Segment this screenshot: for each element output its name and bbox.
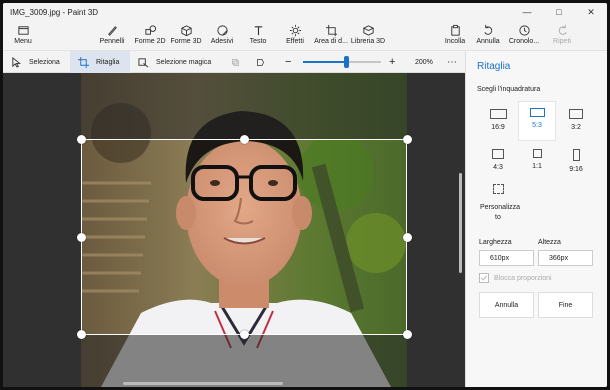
zoom-thumb[interactable]: [343, 56, 349, 68]
zoom-slider[interactable]: [303, 51, 381, 73]
crop-dim-right: [407, 139, 465, 335]
crop-icon: [78, 56, 89, 68]
cancel-button[interactable]: Annulla: [479, 292, 534, 318]
history-button[interactable]: Cronolo...: [507, 23, 541, 49]
zoom-in-button[interactable]: +: [389, 51, 401, 73]
vertical-scrollbar[interactable]: [459, 173, 462, 273]
lock-proportions-checkbox[interactable]: [479, 273, 489, 283]
ratio-5-3-icon: [529, 108, 545, 117]
zoom-track: [303, 56, 381, 68]
zoom-level: 200%: [415, 58, 433, 66]
crop-handle-bottom-right[interactable]: [403, 330, 412, 339]
magic-select-tool[interactable]: Selezione magica: [138, 51, 218, 73]
height-field[interactable]: 366px: [538, 250, 593, 266]
effects-button[interactable]: Effetti: [281, 23, 309, 49]
cube-icon: [180, 25, 192, 37]
3d-library-button[interactable]: Libreria 3D: [349, 23, 387, 49]
menu-button[interactable]: Menu: [9, 23, 37, 49]
crop-dim-bottom: [3, 335, 465, 387]
undo-icon: [483, 24, 492, 35]
shapes-3d-button[interactable]: Forme 3D: [169, 23, 203, 49]
main-toolbar: Menu Pennelli Forme 2D Forme 3D Adesivi …: [3, 21, 607, 51]
redo-icon: [558, 24, 567, 35]
ratio-4-3[interactable]: 4:3: [479, 143, 517, 179]
canvas-area[interactable]: [3, 73, 465, 387]
crop-rectangle[interactable]: [81, 139, 407, 335]
ratio-3-2[interactable]: 3:2: [557, 103, 595, 139]
paint3d-window: IMG_3009.jpg - Paint 3D — □ ✕ Menu Penne…: [3, 3, 607, 387]
undo-button[interactable]: Annulla: [473, 23, 503, 49]
library-icon: [362, 25, 374, 36]
text-button[interactable]: Testo: [245, 23, 271, 49]
stickers-button[interactable]: Adesivi: [207, 23, 237, 49]
cursor-icon: [12, 56, 22, 68]
crop-handle-bottom[interactable]: [240, 330, 249, 339]
zoom-out-button[interactable]: −: [285, 51, 297, 73]
custom-ratio-icon: [493, 184, 504, 194]
crop-panel: Ritaglia Scegli l'inquadratura 16:9 5:3 …: [465, 51, 607, 387]
ratio-1-1-icon: [532, 149, 542, 158]
check-icon: [480, 275, 488, 281]
close-button[interactable]: ✕: [575, 3, 607, 21]
width-label: Larghezza: [479, 239, 512, 246]
redo-button[interactable]: Ripeti: [548, 23, 576, 49]
height-label: Altezza: [538, 239, 561, 246]
brushes-button[interactable]: Pennelli: [95, 23, 129, 49]
crop-handle-left[interactable]: [77, 233, 86, 242]
horizontal-scrollbar[interactable]: [123, 382, 283, 385]
paste-button[interactable]: Incolla: [441, 23, 469, 49]
shapes-2d-button[interactable]: Forme 2D: [133, 23, 167, 49]
zoom-fill: [303, 61, 346, 63]
title-bar: IMG_3009.jpg - Paint 3D — □ ✕: [3, 3, 607, 21]
crop-handle-bottom-left[interactable]: [77, 330, 86, 339]
flag-icon[interactable]: [256, 51, 272, 73]
maximize-button[interactable]: □: [543, 3, 575, 21]
folder-icon: [17, 26, 29, 35]
copy-selection-icon[interactable]: [231, 51, 247, 73]
clock-icon: [518, 25, 530, 36]
panel-title: Ritaglia: [477, 61, 511, 72]
selection-toolbar: Seleziona Ritaglia Selezione magica − + …: [3, 51, 465, 73]
ratio-16-9-icon: [489, 109, 507, 119]
window-title: IMG_3009.jpg - Paint 3D: [10, 7, 99, 17]
ratio-9-16-icon: [572, 149, 580, 161]
brush-icon: [107, 26, 117, 36]
ratio-custom[interactable]: Personalizza to: [478, 181, 528, 227]
minimize-button[interactable]: —: [511, 3, 543, 21]
crop-handle-top-left[interactable]: [77, 135, 86, 144]
done-button[interactable]: Fine: [538, 292, 593, 318]
crop-tool[interactable]: Ritaglia: [70, 51, 130, 73]
ratio-4-3-icon: [492, 149, 504, 159]
sun-icon: [289, 24, 301, 37]
shapes-2d-icon: [144, 25, 156, 35]
ratio-9-16[interactable]: 9:16: [557, 143, 595, 179]
sticker-icon: [216, 25, 228, 36]
ratio-5-3[interactable]: 5:3: [518, 101, 556, 141]
ratio-3-2-icon: [569, 109, 583, 119]
canvas-button[interactable]: Area di d...: [313, 23, 349, 49]
ratio-16-9[interactable]: 16:9: [479, 103, 517, 139]
crop-handle-top-right[interactable]: [403, 135, 412, 144]
crop-handle-right[interactable]: [403, 233, 412, 242]
crop-handle-top[interactable]: [240, 135, 249, 144]
text-icon: [254, 26, 262, 36]
ratio-1-1[interactable]: 1:1: [518, 143, 556, 179]
width-field[interactable]: 610px: [479, 250, 534, 266]
crop-dim-top: [3, 73, 465, 139]
framing-label: Scegli l'inquadratura: [477, 86, 541, 93]
magic-select-icon: [138, 57, 149, 67]
lock-proportions-label: Blocca proporzioni: [494, 275, 552, 282]
select-tool[interactable]: Seleziona: [11, 51, 69, 73]
clipboard-icon: [450, 24, 460, 36]
crop-dim-left: [3, 139, 81, 335]
canvas-icon: [325, 24, 337, 37]
more-options-button[interactable]: ⋯: [447, 51, 459, 73]
